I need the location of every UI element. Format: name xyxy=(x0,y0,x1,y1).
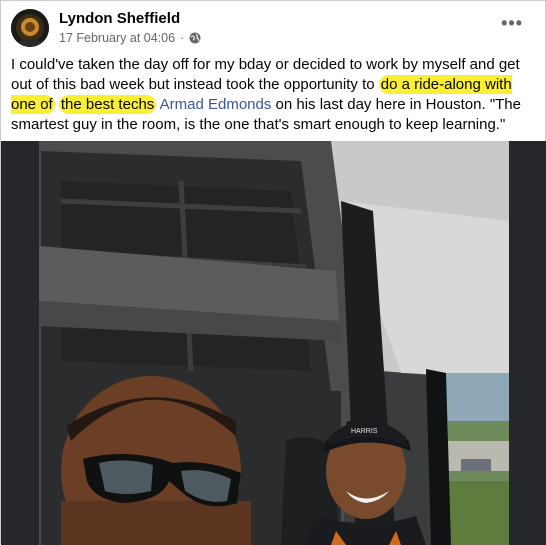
globe-icon[interactable] xyxy=(189,32,201,44)
cap-logo-text: HARRIS xyxy=(351,428,378,435)
author-avatar[interactable] xyxy=(11,9,49,47)
highlighted-text-2: the best techs xyxy=(58,95,157,114)
post-timestamp[interactable]: 17 February at 04:06 xyxy=(59,31,175,45)
post-photo[interactable]: HARRIS xyxy=(1,141,546,545)
mention-link[interactable]: Armad Edmonds xyxy=(160,96,272,113)
post-meta: 17 February at 04:06 · xyxy=(59,31,201,45)
more-options-icon[interactable]: ••• xyxy=(501,13,523,34)
post-body: I could've taken the day off for my bday… xyxy=(11,55,539,135)
author-name[interactable]: Lyndon Sheffield xyxy=(59,10,180,27)
meta-separator: · xyxy=(180,31,185,45)
facebook-post: Lyndon Sheffield 17 February at 04:06 · … xyxy=(0,0,546,545)
